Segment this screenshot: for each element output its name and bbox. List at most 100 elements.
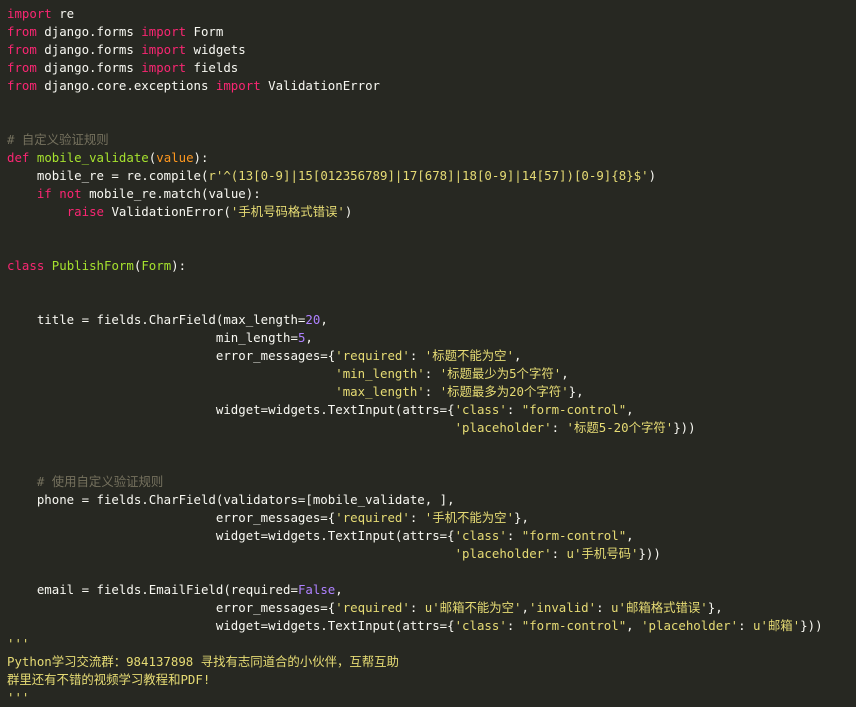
code-token: :	[596, 600, 612, 615]
code-line[interactable]: # 使用自定义验证规则	[0, 473, 856, 491]
code-token: )	[648, 168, 657, 183]
code-line[interactable]	[0, 113, 856, 131]
code-line[interactable]: from django.forms import Form	[0, 23, 856, 41]
code-line[interactable]: from django.core.exceptions import Valid…	[0, 77, 856, 95]
code-token: error_messages={	[7, 510, 336, 525]
code-line[interactable]: raise ValidationError('手机号码格式错误')	[0, 203, 856, 221]
code-line[interactable]	[0, 239, 856, 257]
code-line[interactable]: '''	[0, 635, 856, 653]
code-line[interactable]: from django.forms import widgets	[0, 41, 856, 59]
code-line[interactable]: widget=widgets.TextInput(attrs={'class':…	[0, 527, 856, 545]
code-line[interactable]: title = fields.CharField(max_length=20,	[0, 311, 856, 329]
code-line[interactable]: 'min_length': '标题最少为5个字符',	[0, 365, 856, 383]
code-token: }))	[673, 420, 696, 435]
code-line[interactable]: 群里还有不错的视频学习教程和PDF!	[0, 671, 856, 689]
code-line[interactable]: import re	[0, 5, 856, 23]
code-token: u'邮箱'	[753, 618, 801, 633]
code-line[interactable]: phone = fields.CharField(validators=[mob…	[0, 491, 856, 509]
code-token: :	[409, 348, 425, 363]
code-token: 'placeholder'	[454, 546, 552, 561]
code-token: import	[215, 78, 261, 93]
code-token: r'^(13[0-9]|15[012356789]|17[678]|18[0-9…	[208, 168, 649, 183]
code-line[interactable]: min_length=5,	[0, 329, 856, 347]
code-line[interactable]	[0, 275, 856, 293]
code-line[interactable]: class PublishForm(Form):	[0, 257, 856, 275]
code-token: ,	[561, 366, 569, 381]
code-token: :	[738, 618, 753, 633]
code-token: :	[551, 546, 567, 561]
code-token: re	[51, 6, 75, 21]
code-token: 'min_length'	[335, 366, 425, 381]
code-line[interactable]: widget=widgets.TextInput(attrs={'class':…	[0, 617, 856, 635]
code-token: False	[297, 582, 336, 597]
code-token: ,	[305, 330, 313, 345]
code-line[interactable]: 'placeholder': u'手机号码'}))	[0, 545, 856, 563]
code-line[interactable]: Python学习交流群：984137898 寻找有志同道合的小伙伴，互帮互助	[0, 653, 856, 671]
code-line[interactable]: def mobile_validate(value):	[0, 149, 856, 167]
code-line[interactable]	[0, 293, 856, 311]
code-line[interactable]: email = fields.EmailField(required=False…	[0, 581, 856, 599]
code-token: from	[7, 60, 37, 75]
code-token: :	[506, 402, 522, 417]
code-line[interactable]: error_messages={'required': '标题不能为空',	[0, 347, 856, 365]
code-token: ,	[521, 600, 529, 615]
code-line[interactable]: 'max_length': '标题最多为20个字符'},	[0, 383, 856, 401]
code-token: "form-control"	[521, 528, 627, 543]
code-line[interactable]: '''	[0, 689, 856, 707]
code-line[interactable]: error_messages={'required': u'邮箱不能为空','i…	[0, 599, 856, 617]
code-token: :	[424, 384, 440, 399]
code-token: },	[707, 600, 723, 615]
code-token: ValidationError	[260, 78, 381, 93]
code-line[interactable]	[0, 455, 856, 473]
code-token: ValidationError(	[104, 204, 231, 219]
code-token: value	[156, 150, 194, 165]
code-token: },	[514, 510, 529, 525]
code-token: Form	[141, 258, 172, 273]
code-line[interactable]	[0, 563, 856, 581]
code-token: u'手机号码'	[566, 546, 639, 561]
code-token: title = fields.CharField(max_length=	[7, 312, 306, 327]
code-token: 'required'	[335, 348, 410, 363]
code-token: 'class'	[454, 402, 507, 417]
code-token: ,	[626, 618, 642, 633]
code-line[interactable]: 'placeholder': '标题5-20个字符'}))	[0, 419, 856, 437]
code-token: from	[7, 78, 37, 93]
code-token: django.forms	[36, 60, 142, 75]
code-editor[interactable]: import re from django.forms import Form fr…	[0, 0, 856, 705]
code-line[interactable]	[0, 437, 856, 455]
code-token: error_messages={	[7, 600, 336, 615]
code-line[interactable]	[0, 221, 856, 239]
code-token: "form-control"	[521, 618, 627, 633]
code-token: 'required'	[335, 600, 410, 615]
code-line[interactable]	[0, 95, 856, 113]
code-token: django.forms	[36, 42, 142, 57]
code-token: ,	[320, 312, 328, 327]
code-token: '手机号码格式错误'	[230, 204, 345, 219]
code-token: # 使用自定义验证规则	[7, 474, 164, 489]
code-token: raise	[66, 204, 104, 219]
code-token: 群里还有不错的视频学习教程和PDF!	[7, 672, 211, 687]
code-token: '标题5-20个字符'	[566, 420, 674, 435]
code-line[interactable]: mobile_re = re.compile(r'^(13[0-9]|15[01…	[0, 167, 856, 185]
code-token: import	[7, 6, 52, 21]
code-token: 'required'	[335, 510, 410, 525]
code-line[interactable]: error_messages={'required': '手机不能为空'},	[0, 509, 856, 527]
code-token: ,	[514, 348, 522, 363]
code-line[interactable]: # 自定义验证规则	[0, 131, 856, 149]
code-line[interactable]: if not mobile_re.match(value):	[0, 185, 856, 203]
code-token: '标题最少为5个字符'	[439, 366, 562, 381]
code-line[interactable]: widget=widgets.TextInput(attrs={'class':…	[0, 401, 856, 419]
code-token: '''	[7, 636, 30, 651]
code-token: :	[506, 528, 522, 543]
code-token: u'邮箱格式错误'	[611, 600, 708, 615]
code-token: )	[344, 204, 353, 219]
code-token: ):	[171, 258, 187, 273]
code-token: :	[424, 366, 440, 381]
code-token: '标题不能为空'	[424, 348, 515, 363]
code-token: 20	[305, 312, 321, 327]
code-token: ,	[626, 402, 634, 417]
code-line[interactable]: from django.forms import fields	[0, 59, 856, 77]
